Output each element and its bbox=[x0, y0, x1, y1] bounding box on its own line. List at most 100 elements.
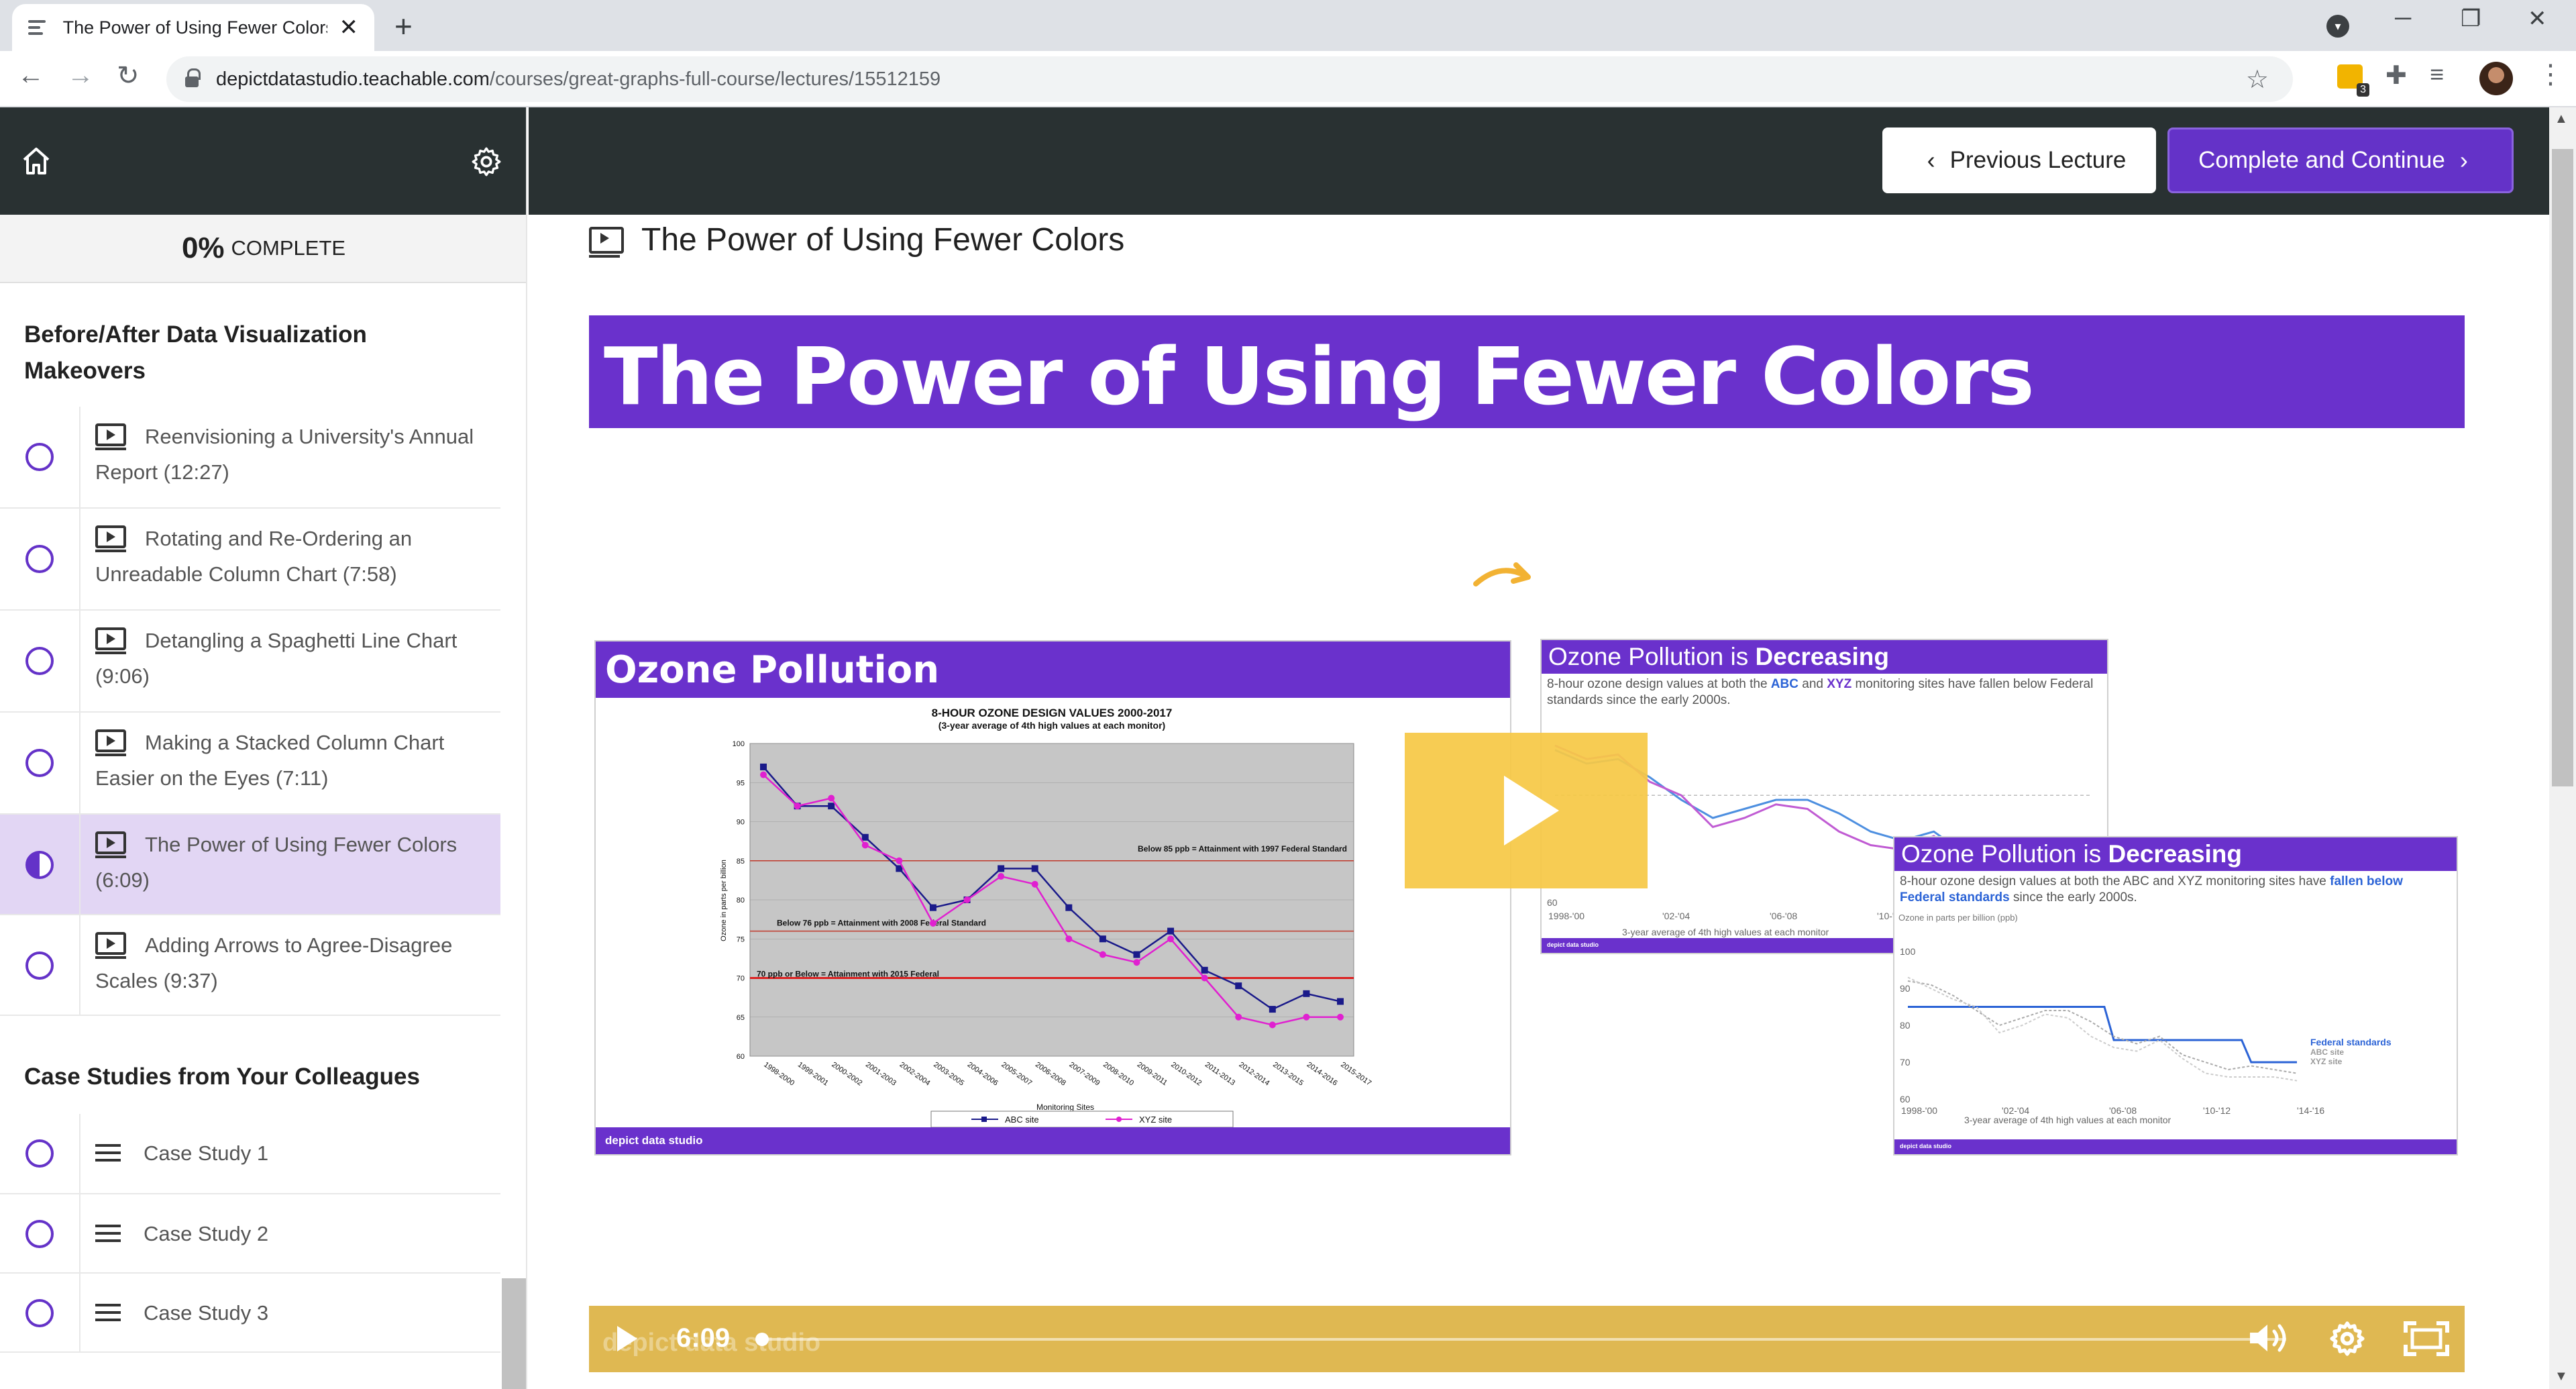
data-point bbox=[1235, 1013, 1242, 1021]
sidebar-header bbox=[0, 107, 526, 215]
x-tick-label: 2011-2013 bbox=[1203, 1061, 1236, 1088]
x-tick-label: 1998-'00 bbox=[1548, 911, 1585, 921]
lecture-item-active[interactable]: The Power of Using Fewer Colors (6:09) bbox=[0, 815, 500, 915]
restore-icon[interactable]: ❐ bbox=[2461, 5, 2481, 32]
y-tick-label: 95 bbox=[737, 779, 745, 787]
browser-tabstrip: The Power of Using Fewer Colors ✕ + ▾ ─ … bbox=[0, 0, 2576, 51]
after-chart-2: Ozone in parts per billion (ppb) 60 70 80 9… bbox=[1898, 913, 2392, 1125]
y-tick-label: 70 bbox=[737, 975, 745, 983]
window-close-icon[interactable]: ✕ bbox=[2528, 5, 2547, 32]
big-play-button[interactable] bbox=[1405, 733, 1648, 888]
lecture-label: Case Study 1 bbox=[144, 1141, 269, 1165]
y-tick-label: 60 bbox=[1547, 897, 1558, 908]
scroll-up-icon[interactable]: ▲ bbox=[2555, 111, 2568, 127]
curved-arrow-icon bbox=[1473, 562, 1531, 586]
video-progress-track[interactable] bbox=[757, 1338, 2286, 1341]
x-tick-label: 2014-2016 bbox=[1305, 1061, 1339, 1088]
data-point bbox=[1133, 959, 1140, 966]
data-point bbox=[828, 794, 835, 802]
sidebar-scrollbar[interactable] bbox=[502, 1278, 526, 1389]
before-chart-ylabel: Ozone in parts per billion bbox=[720, 860, 728, 941]
x-tick-label: 2015-2017 bbox=[1339, 1061, 1373, 1088]
volume-icon[interactable] bbox=[2247, 1321, 2290, 1355]
after-slide-1-title: Ozone Pollution is Decreasing bbox=[1542, 640, 2107, 674]
incomplete-status-icon bbox=[25, 1220, 54, 1248]
video-banner: The Power of Using Fewer Colors bbox=[589, 315, 2465, 428]
home-icon[interactable] bbox=[20, 145, 52, 177]
previous-lecture-button[interactable]: ‹ Previous Lecture bbox=[1882, 127, 2156, 193]
data-point bbox=[1337, 998, 1344, 1005]
text-lecture-icon bbox=[95, 1304, 121, 1321]
lecture-item[interactable]: Rotating and Re-Ordering an Unreadable C… bbox=[0, 509, 500, 611]
incomplete-status-icon bbox=[25, 1299, 54, 1327]
lecture-item[interactable]: Detangling a Spaghetti Line Chart (9:06) bbox=[0, 611, 500, 713]
data-point bbox=[1235, 982, 1242, 990]
data-point bbox=[1303, 990, 1310, 997]
forward-icon[interactable]: → bbox=[67, 60, 94, 91]
lecture-item[interactable]: Case Study 1 bbox=[0, 1114, 500, 1194]
x-tick-label: 2008-2010 bbox=[1102, 1061, 1135, 1088]
extension-icon[interactable]: 3 bbox=[2337, 64, 2369, 97]
profile-avatar[interactable] bbox=[2479, 62, 2513, 95]
reload-icon[interactable]: ↻ bbox=[117, 60, 140, 91]
browser-menu-icon[interactable]: ⋮ bbox=[2537, 59, 2564, 90]
new-tab-button[interactable]: + bbox=[394, 8, 413, 44]
after-chart-2-ylabel: Ozone in parts per billion (ppb) bbox=[1898, 913, 2018, 923]
extensions-puzzle-icon[interactable]: ✚ bbox=[2385, 60, 2407, 91]
tab-search-icon[interactable]: ▾ bbox=[2326, 15, 2349, 38]
incomplete-status-icon bbox=[25, 749, 54, 777]
lecture-item[interactable]: Making a Stacked Column Chart Easier on … bbox=[0, 713, 500, 815]
browser-tab[interactable]: The Power of Using Fewer Colors ✕ bbox=[12, 4, 374, 51]
data-point bbox=[1031, 865, 1038, 872]
tab-close-icon[interactable]: ✕ bbox=[339, 14, 359, 41]
data-point bbox=[1201, 966, 1208, 974]
incomplete-status-icon bbox=[25, 545, 54, 573]
y-tick-label: 90 bbox=[737, 819, 745, 827]
y-tick-label: 90 bbox=[1900, 983, 1911, 994]
incomplete-status-icon bbox=[25, 647, 54, 675]
settings-gear-icon[interactable] bbox=[470, 145, 503, 178]
text-lecture-icon bbox=[95, 1144, 121, 1162]
x-tick-label: '02-'04 bbox=[1662, 911, 1690, 921]
lecture-label: The Power of Using Fewer Colors (6:09) bbox=[95, 833, 458, 892]
x-tick-label: 2013-2015 bbox=[1271, 1061, 1305, 1088]
video-lecture-icon bbox=[95, 627, 126, 654]
incomplete-status-icon bbox=[25, 951, 54, 980]
x-tick-label: '10-'12 bbox=[2203, 1105, 2231, 1116]
video-settings-icon[interactable] bbox=[2328, 1319, 2367, 1358]
page-scrollbar-thumb[interactable] bbox=[2552, 149, 2573, 786]
x-tick-label: 2012-2014 bbox=[1238, 1061, 1271, 1088]
minimize-icon[interactable]: ─ bbox=[2395, 5, 2411, 32]
lecture-label: Reenvisioning a University's Annual Repo… bbox=[95, 425, 474, 484]
back-icon[interactable]: ← bbox=[17, 60, 44, 91]
lecture-item[interactable]: Adding Arrows to Agree-Disagree Scales (… bbox=[0, 915, 500, 1016]
x-tick-label: 1998-2000 bbox=[762, 1061, 796, 1088]
series-line bbox=[1908, 1006, 2297, 1064]
data-point bbox=[929, 904, 936, 911]
lecture-item[interactable]: Case Study 3 bbox=[0, 1274, 500, 1353]
fullscreen-icon[interactable] bbox=[2403, 1321, 2450, 1357]
complete-and-continue-button[interactable]: Complete and Continue › bbox=[2167, 127, 2514, 193]
data-point bbox=[896, 857, 903, 864]
data-point bbox=[1269, 1021, 1276, 1029]
chevron-left-icon: ‹ bbox=[1927, 146, 1935, 174]
scroll-down-icon[interactable]: ▼ bbox=[2555, 1369, 2568, 1384]
lecture-title: The Power of Using Fewer Colors bbox=[589, 221, 1124, 258]
url-host: depictdatastudio.teachable.com bbox=[216, 68, 490, 90]
lecture-item[interactable]: Reenvisioning a University's Annual Repo… bbox=[0, 407, 500, 509]
lecture-item[interactable]: Case Study 2 bbox=[0, 1194, 500, 1274]
video-banner-title: The Power of Using Fewer Colors bbox=[604, 330, 2035, 423]
video-player[interactable]: The Power of Using Fewer Colors Ozone Po… bbox=[589, 315, 2465, 1372]
x-tick-label: 2003-2005 bbox=[932, 1061, 965, 1088]
address-bar[interactable]: depictdatastudio.teachable.com /courses/… bbox=[166, 56, 2293, 102]
video-progress-handle[interactable] bbox=[755, 1333, 769, 1346]
in-progress-status-icon bbox=[25, 851, 54, 879]
x-tick-label: 2002-2004 bbox=[898, 1061, 932, 1088]
bookmark-star-icon[interactable]: ☆ bbox=[2246, 64, 2269, 95]
media-controls-icon[interactable]: ≡ bbox=[2430, 60, 2444, 89]
play-control-icon[interactable] bbox=[617, 1326, 637, 1351]
section-title: Case Studies from Your Colleagues bbox=[24, 1064, 420, 1090]
reference-line-label: Below 76 ppb = Attainment with 2008 Fede… bbox=[777, 919, 986, 928]
data-point bbox=[998, 873, 1005, 880]
data-point bbox=[828, 803, 835, 810]
